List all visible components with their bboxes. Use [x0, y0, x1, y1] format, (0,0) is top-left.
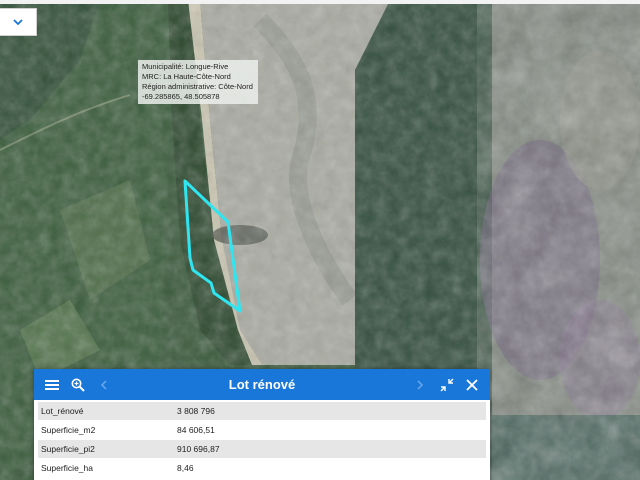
chevron-down-icon [13, 19, 23, 26]
region-text: Région administrative: Côte-Nord [142, 82, 253, 91]
popup-header: Lot rénové [34, 369, 490, 400]
field-name: Lot_rénové [41, 406, 84, 416]
field-name: Superficie_m2 [41, 425, 96, 435]
close-icon[interactable] [462, 375, 482, 395]
field-value: 3 808 796 [177, 406, 215, 416]
municipality-text: Municipalité: Longue-Rive [142, 62, 229, 71]
layer-dropdown-button[interactable] [0, 8, 37, 36]
coordinates-text: -69.285865, 48.505878 [142, 92, 220, 101]
field-value: 910 696,87 [177, 444, 220, 454]
next-icon[interactable] [410, 375, 430, 395]
table-row: Superficie_pi2 910 696,87 [38, 440, 486, 458]
field-name: Superficie_pi2 [41, 444, 95, 454]
location-info-label: Municipalité: Longue-Rive MRC: La Haute-… [138, 60, 258, 104]
feature-popup: Lot rénové Lot_rénové 3 808 796 Superfic… [34, 369, 490, 480]
attribute-table: Lot_rénové 3 808 796 Superficie_m2 84 60… [34, 400, 490, 477]
field-value: 84 606,51 [177, 425, 215, 435]
mrc-text: MRC: La Haute-Côte-Nord [142, 72, 231, 81]
field-name: Superficie_ha [41, 463, 93, 473]
table-row: Superficie_m2 84 606,51 [38, 421, 486, 439]
table-row: Superficie_ha 8,46 [38, 459, 486, 477]
table-row: Lot_rénové 3 808 796 [38, 402, 486, 420]
field-value: 8,46 [177, 463, 194, 473]
dock-icon[interactable] [437, 375, 457, 395]
